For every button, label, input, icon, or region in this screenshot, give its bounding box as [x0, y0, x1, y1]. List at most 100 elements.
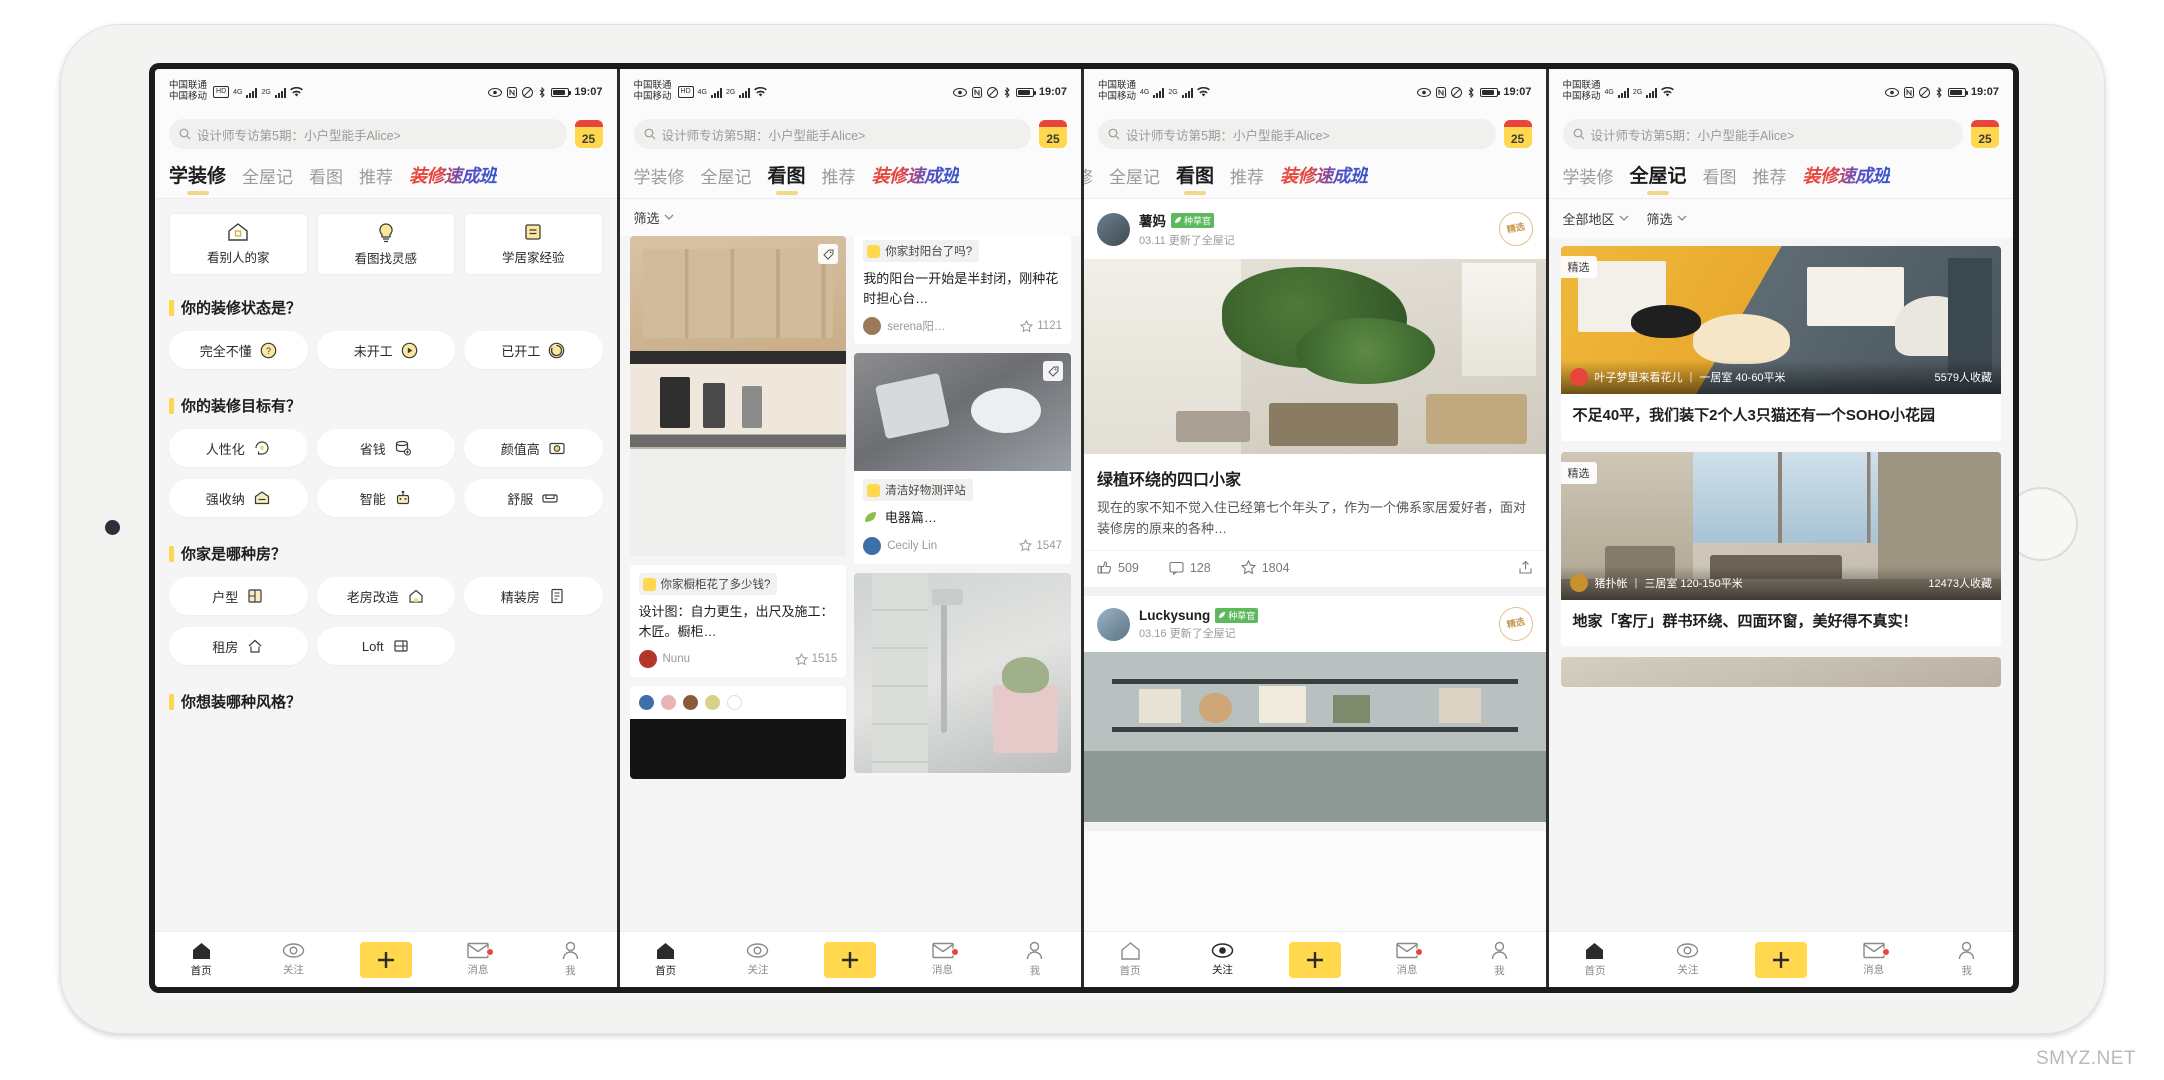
calendar-button[interactable]: 25 — [1503, 120, 1532, 148]
chip-jingzhuangfang[interactable]: 精装房 — [464, 577, 603, 615]
tab-quanwuji[interactable]: 全屋记 — [242, 163, 293, 198]
nav-follow[interactable]: 关注 — [1641, 942, 1734, 977]
nav-follow[interactable]: 关注 — [712, 942, 804, 977]
home-record-card[interactable]: 精选 叶子梦里来看花儿 | 一居室 40-60平米 5579人收藏 不足40平，… — [1560, 246, 2002, 441]
price-tag-icon[interactable] — [818, 244, 839, 264]
search-input[interactable]: 设计师专访第5期：小户型能手Alice> — [1098, 119, 1496, 149]
card-title[interactable]: 不足40平，我们装下2个人3只猫还有一个SOHO小花园 — [1561, 394, 2002, 441]
chip-shufu[interactable]: 舒服 — [464, 479, 603, 517]
comment-action[interactable]: 128 — [1169, 561, 1211, 575]
chip-weikaigong[interactable]: 未开工 — [316, 331, 455, 369]
tab-quanwuji[interactable]: 全屋记 — [1630, 161, 1687, 198]
tab-xuezhuangxiu[interactable]: 学装修 — [1563, 163, 1614, 198]
tab-suchengban[interactable]: 装修速成班 — [872, 162, 960, 198]
tab-kantu[interactable]: 看图 — [1176, 161, 1214, 198]
nav-messages[interactable]: 消息 — [896, 942, 988, 977]
waterfall-card[interactable]: 清洁好物测评站 电器篇… Cecily Lin 1547 — [854, 353, 1071, 564]
nav-profile[interactable]: 我 — [1920, 941, 2013, 978]
feed-post[interactable]: Luckysung 种草官 03.16 更新了全屋记 精选 — [1084, 596, 1546, 832]
waterfall-card[interactable] — [629, 236, 847, 556]
avatar[interactable] — [1097, 607, 1130, 641]
tab-xuezhuangxiu[interactable]: 学装修 — [1084, 163, 1093, 198]
tab-kantu[interactable]: 看图 — [309, 163, 343, 198]
nav-create[interactable] — [340, 941, 432, 978]
plus-button[interactable] — [824, 941, 877, 978]
chip-laofanggaizao[interactable]: 老房改造 — [316, 577, 455, 615]
avatar[interactable] — [638, 650, 657, 668]
nav-messages[interactable]: 消息 — [1361, 942, 1453, 977]
nav-profile[interactable]: 我 — [524, 941, 616, 978]
share-action[interactable] — [1518, 560, 1533, 575]
favorite-count[interactable]: 1121 — [1020, 319, 1062, 333]
swatch[interactable] — [660, 695, 676, 710]
chip-loft[interactable]: Loft — [316, 627, 455, 665]
waterfall-card-swatches[interactable] — [629, 686, 847, 779]
avatar[interactable] — [1097, 212, 1130, 246]
panel4-body[interactable]: 精选 叶子梦里来看花儿 | 一居室 40-60平米 5579人收藏 不足40平，… — [1548, 238, 2013, 931]
topic-tag[interactable]: 你家封阳台了吗? — [863, 240, 980, 262]
home-record-card-partial[interactable] — [1560, 657, 2001, 687]
home-record-card[interactable]: 精选 猪扑帐 | 三居室 120-150平米 12473人收藏 地家「客厅」群书… — [1560, 451, 2002, 647]
topic-tag[interactable]: 你家橱柜花了多少钱? — [638, 573, 778, 595]
chip-zufang[interactable]: 租房 — [169, 627, 308, 665]
waterfall-card[interactable]: 你家橱柜花了多少钱? 设计图：自力更生，出尺及施工：木匠。橱柜… Nunu 15… — [629, 565, 847, 677]
avatar[interactable] — [863, 317, 882, 335]
tab-tuijian[interactable]: 推荐 — [1753, 163, 1787, 198]
tab-suchengban[interactable]: 装修速成班 — [409, 162, 497, 198]
feed-post[interactable]: 薯妈 种草官 03.11 更新了全屋记 精选 绿植环绕的四口小家 现在的家不知不… — [1084, 199, 1546, 597]
nav-profile[interactable]: 我 — [1453, 941, 1545, 978]
price-tag-icon[interactable] — [1043, 361, 1063, 381]
nav-create[interactable] — [1269, 941, 1361, 978]
swatch[interactable] — [638, 695, 654, 710]
favorite-count[interactable]: 1547 — [1019, 539, 1062, 552]
avatar[interactable] — [863, 536, 882, 555]
post-title[interactable]: 绿植环绕的四口小家 — [1084, 454, 1546, 497]
tab-suchengban[interactable]: 装修速成班 — [1280, 162, 1368, 198]
living-room-shelf-photo[interactable] — [1084, 652, 1546, 823]
chip-yikaigong[interactable]: 已开工 — [464, 331, 603, 369]
swatch[interactable] — [726, 695, 742, 710]
tab-quanwuji[interactable]: 全屋记 — [1109, 163, 1160, 198]
tab-suchengban[interactable]: 装修速成班 — [1803, 162, 1891, 198]
nav-follow[interactable]: 关注 — [1176, 942, 1268, 977]
nav-messages[interactable]: 消息 — [432, 942, 524, 977]
nav-home[interactable]: 首页 — [620, 941, 712, 978]
chip-wanquanbudong[interactable]: 完全不懂 ? — [169, 331, 308, 369]
panel2-body[interactable]: 你家橱柜花了多少钱? 设计图：自力更生，出尺及施工：木匠。橱柜… Nunu 15… — [619, 236, 1081, 931]
nav-create[interactable] — [1734, 941, 1827, 978]
filter-button[interactable]: 筛选 — [1647, 209, 1687, 228]
plus-button[interactable] — [1754, 941, 1807, 978]
post-author[interactable]: Luckysung — [1139, 608, 1210, 623]
topic-tag[interactable]: 清洁好物测评站 — [863, 479, 973, 501]
nav-home[interactable]: 首页 — [1084, 941, 1176, 978]
tab-xuezhuangxiu[interactable]: 学装修 — [634, 163, 685, 198]
filter-button[interactable]: 筛选 — [634, 208, 674, 227]
chip-renxinghua[interactable]: 人性化 — [169, 429, 308, 467]
quick-card-home-tips[interactable]: 学居家经验 — [464, 213, 603, 275]
chip-yanzhigao[interactable]: 颜值高 — [464, 429, 603, 467]
panel3-body[interactable]: 薯妈 种草官 03.11 更新了全屋记 精选 绿植环绕的四口小家 现在的家不知不… — [1084, 199, 1546, 931]
calendar-button[interactable]: 25 — [574, 120, 603, 148]
chip-qiangshouna[interactable]: 强收纳 — [169, 479, 308, 517]
search-input[interactable]: 设计师专访第5期：小户型能手Alice> — [633, 119, 1031, 149]
chip-huxing[interactable]: 户型 — [169, 577, 308, 615]
post-author[interactable]: 薯妈 — [1139, 210, 1166, 230]
nav-follow[interactable]: 关注 — [247, 942, 339, 977]
calendar-button[interactable]: 25 — [1971, 120, 1999, 148]
quick-card-inspiration[interactable]: 看图找灵感 — [316, 213, 455, 275]
chip-zhineng[interactable]: 智能 — [316, 479, 455, 517]
balcony-plants-photo[interactable] — [1084, 259, 1546, 454]
card-title[interactable]: 地家「客厅」群书环绕、四面环窗，美好得不真实！ — [1561, 600, 2002, 647]
tab-tuijian[interactable]: 推荐 — [1230, 163, 1264, 198]
filter-region-button[interactable]: 全部地区 — [1563, 209, 1629, 228]
favorite-action[interactable]: 1804 — [1240, 560, 1290, 575]
tab-tuijian[interactable]: 推荐 — [822, 163, 856, 198]
waterfall-card[interactable]: 你家封阳台了吗? 我的阳台一开始是半封闭，刚种花时担心台… serena阳… 1… — [854, 236, 1071, 344]
search-input[interactable]: 设计师专访第5期：小户型能手Alice> — [169, 119, 567, 149]
plus-button[interactable] — [1288, 941, 1341, 978]
tab-quanwuji[interactable]: 全屋记 — [701, 163, 752, 198]
waterfall-card[interactable] — [854, 572, 1071, 773]
quick-card-see-homes[interactable]: 看别人的家 — [169, 213, 308, 275]
swatch[interactable] — [704, 695, 720, 710]
tab-kantu[interactable]: 看图 — [768, 161, 806, 198]
